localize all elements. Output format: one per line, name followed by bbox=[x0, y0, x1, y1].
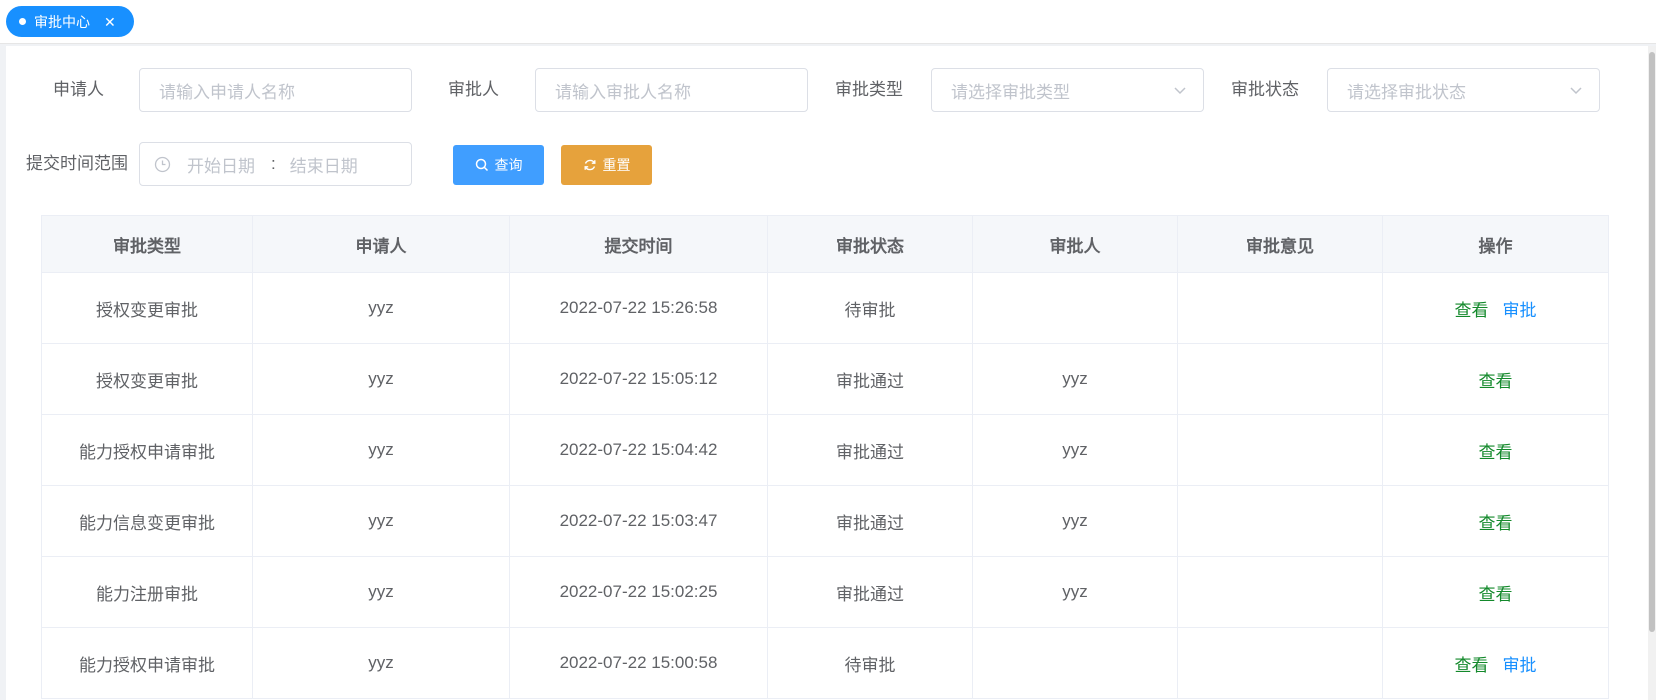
submit-time-label: 提交时间范围 bbox=[26, 154, 128, 173]
column-header: 审批状态 bbox=[767, 215, 973, 273]
cell-time: 2022-07-22 15:03:47 bbox=[509, 485, 768, 557]
view-link[interactable]: 查看 bbox=[1455, 301, 1489, 320]
view-link[interactable]: 查看 bbox=[1479, 514, 1513, 533]
cell-status: 审批通过 bbox=[767, 556, 973, 628]
reset-button[interactable]: 重置 bbox=[561, 145, 652, 185]
cell-time: 2022-07-22 15:00:58 bbox=[509, 627, 768, 699]
view-link[interactable]: 查看 bbox=[1479, 443, 1513, 462]
cell-type: 能力注册审批 bbox=[41, 556, 253, 628]
cell-time: 2022-07-22 15:05:12 bbox=[509, 343, 768, 415]
cell-type: 能力授权申请审批 bbox=[41, 627, 253, 699]
cell-opinion bbox=[1177, 485, 1383, 557]
table-row: 能力信息变更审批 yyz 2022-07-22 15:03:47 审批通过 yy… bbox=[41, 485, 1609, 557]
approval-table: 审批类型 申请人 提交时间 审批状态 审批人 审批意见 操作 授权变更审批 yy… bbox=[41, 215, 1609, 699]
cell-applicant: yyz bbox=[252, 627, 510, 699]
scrollbar-thumb[interactable] bbox=[1649, 52, 1655, 632]
date-range-picker[interactable]: 开始日期 : 结束日期 bbox=[139, 142, 412, 186]
type-placeholder: 请选择审批类型 bbox=[951, 82, 1070, 102]
cell-approver: yyz bbox=[972, 343, 1178, 415]
cell-applicant: yyz bbox=[252, 343, 510, 415]
cell-status: 审批通过 bbox=[767, 485, 973, 557]
table-header-row: 审批类型 申请人 提交时间 审批状态 审批人 审批意见 操作 bbox=[41, 215, 1609, 273]
cell-status: 审批通过 bbox=[767, 343, 973, 415]
applicant-label: 申请人 bbox=[53, 80, 104, 99]
cell-opinion bbox=[1177, 627, 1383, 699]
column-header: 审批人 bbox=[972, 215, 1178, 273]
cell-actions: 查看 审批 bbox=[1382, 627, 1609, 699]
cell-applicant: yyz bbox=[252, 556, 510, 628]
clock-icon bbox=[154, 156, 171, 172]
cell-approver: yyz bbox=[972, 414, 1178, 486]
cell-approver bbox=[972, 272, 1178, 344]
cell-approver: yyz bbox=[972, 485, 1178, 557]
table-row: 授权变更审批 yyz 2022-07-22 15:05:12 审批通过 yyz … bbox=[41, 343, 1609, 415]
cell-actions: 查看 bbox=[1382, 556, 1609, 628]
column-header: 审批类型 bbox=[41, 215, 253, 273]
type-select[interactable]: 请选择审批类型 bbox=[931, 68, 1204, 112]
column-header: 申请人 bbox=[252, 215, 510, 273]
query-button-label: 查询 bbox=[494, 157, 523, 173]
active-dot-icon bbox=[19, 18, 26, 25]
chevron-down-icon bbox=[1174, 87, 1186, 95]
applicant-input[interactable]: 请输入申请人名称 bbox=[139, 68, 412, 112]
status-select[interactable]: 请选择审批状态 bbox=[1327, 68, 1600, 112]
column-header: 操作 bbox=[1382, 215, 1609, 273]
cell-type: 能力授权申请审批 bbox=[41, 414, 253, 486]
close-icon[interactable]: ✕ bbox=[104, 15, 116, 29]
cell-opinion bbox=[1177, 414, 1383, 486]
cell-applicant: yyz bbox=[252, 414, 510, 486]
cell-opinion bbox=[1177, 272, 1383, 344]
cell-status: 审批通过 bbox=[767, 414, 973, 486]
cell-time: 2022-07-22 15:04:42 bbox=[509, 414, 768, 486]
approve-link[interactable]: 审批 bbox=[1503, 656, 1537, 675]
applicant-placeholder: 请输入申请人名称 bbox=[159, 82, 295, 102]
approver-placeholder: 请输入审批人名称 bbox=[555, 82, 691, 102]
search-icon bbox=[475, 158, 488, 172]
tab-label: 审批中心 bbox=[34, 13, 90, 30]
table-row: 能力授权申请审批 yyz 2022-07-22 15:00:58 待审批 查看审… bbox=[41, 627, 1609, 699]
cell-applicant: yyz bbox=[252, 272, 510, 344]
vertical-scrollbar[interactable] bbox=[1648, 46, 1656, 700]
cell-actions: 查看 bbox=[1382, 485, 1609, 557]
cell-actions: 查看 审批 bbox=[1382, 272, 1609, 344]
view-link[interactable]: 查看 bbox=[1455, 656, 1489, 675]
cell-time: 2022-07-22 15:02:25 bbox=[509, 556, 768, 628]
cell-actions: 查看 bbox=[1382, 414, 1609, 486]
cell-approver: yyz bbox=[972, 556, 1178, 628]
date-separator: : bbox=[271, 154, 276, 173]
tab-approval-center[interactable]: 审批中心 ✕ bbox=[6, 6, 134, 37]
approver-label: 审批人 bbox=[448, 80, 499, 99]
status-label: 审批状态 bbox=[1231, 80, 1299, 99]
approve-link[interactable]: 审批 bbox=[1503, 301, 1537, 320]
query-button[interactable]: 查询 bbox=[453, 145, 544, 185]
cell-approver bbox=[972, 627, 1178, 699]
cell-time: 2022-07-22 15:26:58 bbox=[509, 272, 768, 344]
cell-opinion bbox=[1177, 343, 1383, 415]
approver-input[interactable]: 请输入审批人名称 bbox=[535, 68, 808, 112]
column-header: 提交时间 bbox=[509, 215, 768, 273]
type-label: 审批类型 bbox=[835, 80, 903, 99]
cell-type: 授权变更审批 bbox=[41, 343, 253, 415]
column-header: 审批意见 bbox=[1177, 215, 1383, 273]
cell-actions: 查看 bbox=[1382, 343, 1609, 415]
status-placeholder: 请选择审批状态 bbox=[1347, 82, 1466, 102]
view-link[interactable]: 查看 bbox=[1479, 585, 1513, 604]
table-row: 能力授权申请审批 yyz 2022-07-22 15:04:42 审批通过 yy… bbox=[41, 414, 1609, 486]
start-date-placeholder[interactable]: 开始日期 bbox=[187, 152, 255, 177]
refresh-icon bbox=[584, 159, 595, 171]
table-row: 授权变更审批 yyz 2022-07-22 15:26:58 待审批 查看 审批 bbox=[41, 272, 1609, 344]
cell-status: 待审批 bbox=[767, 272, 973, 344]
chevron-down-icon bbox=[1570, 87, 1582, 95]
table-row: 能力注册审批 yyz 2022-07-22 15:02:25 审批通过 yyz … bbox=[41, 556, 1609, 628]
cell-opinion bbox=[1177, 556, 1383, 628]
reset-button-label: 重置 bbox=[602, 157, 631, 173]
cell-status: 待审批 bbox=[767, 627, 973, 699]
cell-applicant: yyz bbox=[252, 485, 510, 557]
cell-type: 能力信息变更审批 bbox=[41, 485, 253, 557]
view-link[interactable]: 查看 bbox=[1479, 372, 1513, 391]
end-date-placeholder[interactable]: 结束日期 bbox=[290, 152, 358, 177]
cell-type: 授权变更审批 bbox=[41, 272, 253, 344]
tab-bar: 审批中心 ✕ bbox=[0, 0, 1656, 44]
